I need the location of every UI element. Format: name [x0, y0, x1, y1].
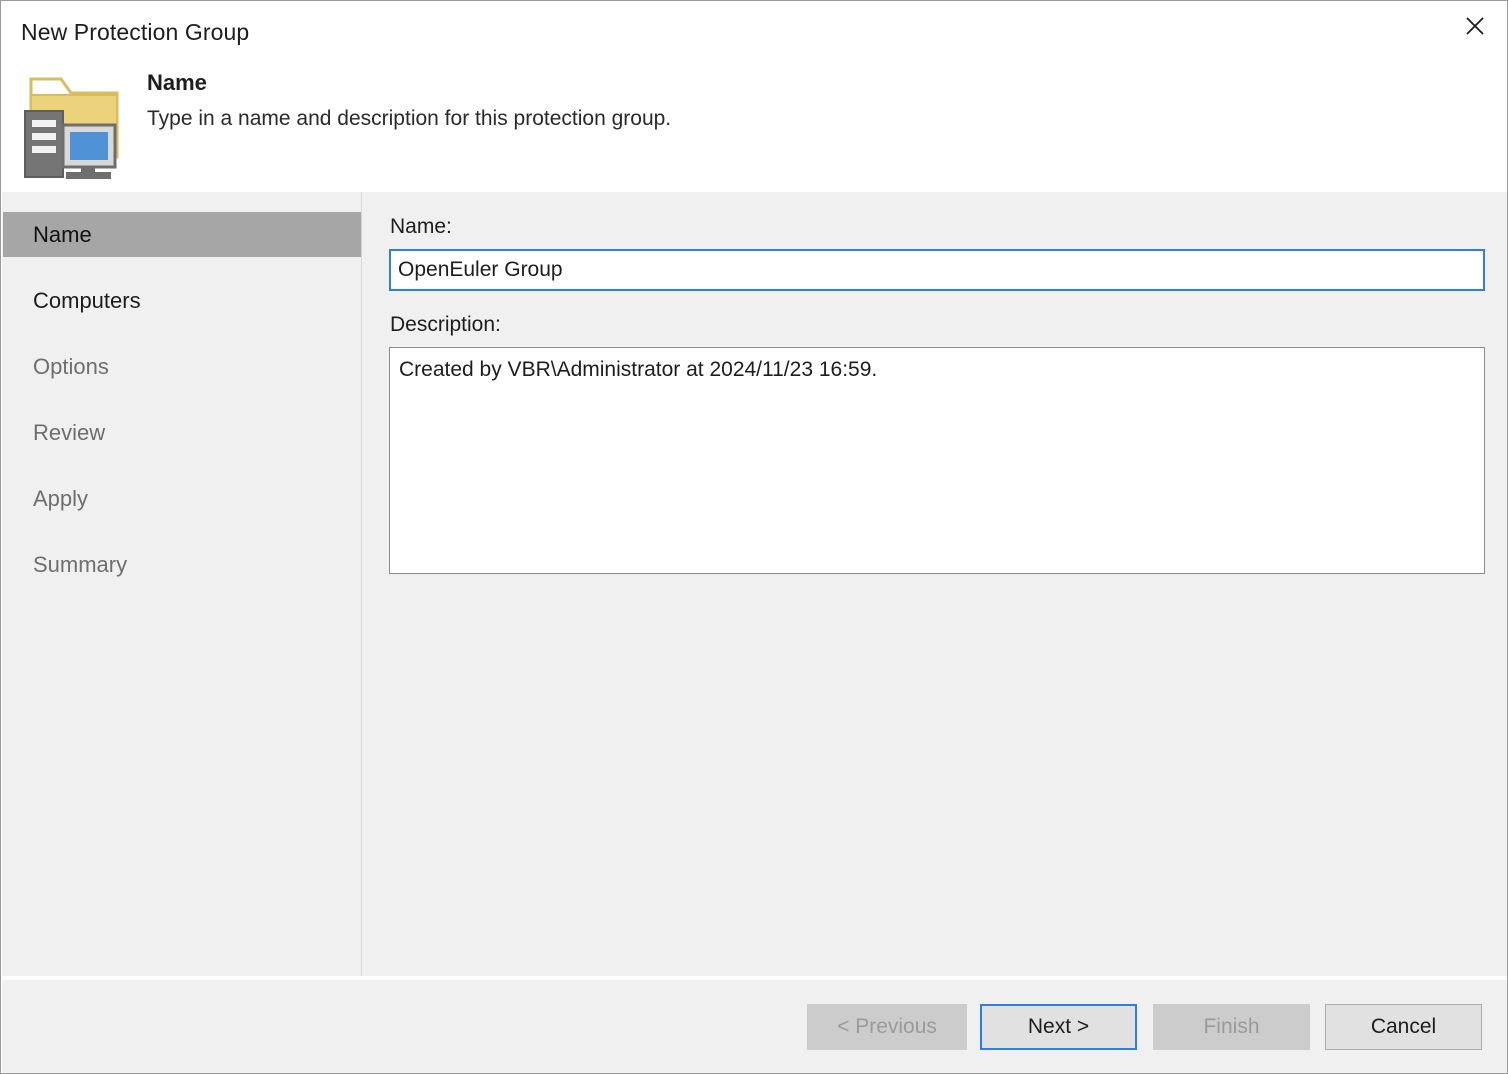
- description-field-label: Description:: [390, 313, 501, 336]
- close-icon[interactable]: [1445, 3, 1505, 49]
- title-bar: New Protection Group: [1, 1, 1507, 61]
- dialog-body: Name Computers Options Review Apply Summ…: [2, 192, 1507, 976]
- name-field-label: Name:: [390, 215, 452, 238]
- description-input[interactable]: Created by VBR\Administrator at 2024/11/…: [389, 347, 1485, 574]
- new-protection-group-dialog: New Protection Group Name Type in a name…: [0, 0, 1508, 1074]
- description-text: Created by VBR\Administrator at 2024/11/…: [399, 358, 878, 381]
- cancel-button[interactable]: Cancel: [1325, 1004, 1482, 1050]
- protection-group-folder-computer-icon: [19, 71, 127, 181]
- sidebar-item-name[interactable]: Name: [3, 212, 361, 257]
- sidebar-item-computers[interactable]: Computers: [3, 278, 361, 323]
- dialog-header: Name Type in a name and description for …: [2, 61, 1506, 191]
- next-button[interactable]: Next >: [980, 1004, 1137, 1050]
- page-subtitle: Type in a name and description for this …: [147, 107, 672, 130]
- previous-button[interactable]: < Previous: [807, 1004, 967, 1050]
- dialog-footer: < Previous Next > Finish Cancel: [2, 978, 1507, 1073]
- name-input[interactable]: [389, 249, 1485, 291]
- finish-button[interactable]: Finish: [1153, 1004, 1310, 1050]
- sidebar-item-options[interactable]: Options: [3, 344, 361, 389]
- sidebar-item-label: Summary: [33, 551, 128, 577]
- page-title: Name: [147, 70, 207, 95]
- sidebar-item-label: Review: [33, 419, 106, 445]
- wizard-content-pane: Name: Description: Created by VBR\Admini…: [363, 192, 1507, 976]
- sidebar-item-apply[interactable]: Apply: [3, 476, 361, 521]
- sidebar-item-label: Name: [33, 221, 92, 247]
- window-title: New Protection Group: [21, 19, 250, 45]
- wizard-steps-sidebar: Name Computers Options Review Apply Summ…: [2, 192, 362, 976]
- sidebar-item-review[interactable]: Review: [3, 410, 361, 455]
- sidebar-item-label: Options: [33, 353, 109, 379]
- sidebar-item-label: Computers: [33, 287, 141, 313]
- header-texts: Name Type in a name and description for …: [147, 69, 671, 133]
- sidebar-item-label: Apply: [33, 485, 89, 511]
- sidebar-item-summary[interactable]: Summary: [3, 542, 361, 587]
